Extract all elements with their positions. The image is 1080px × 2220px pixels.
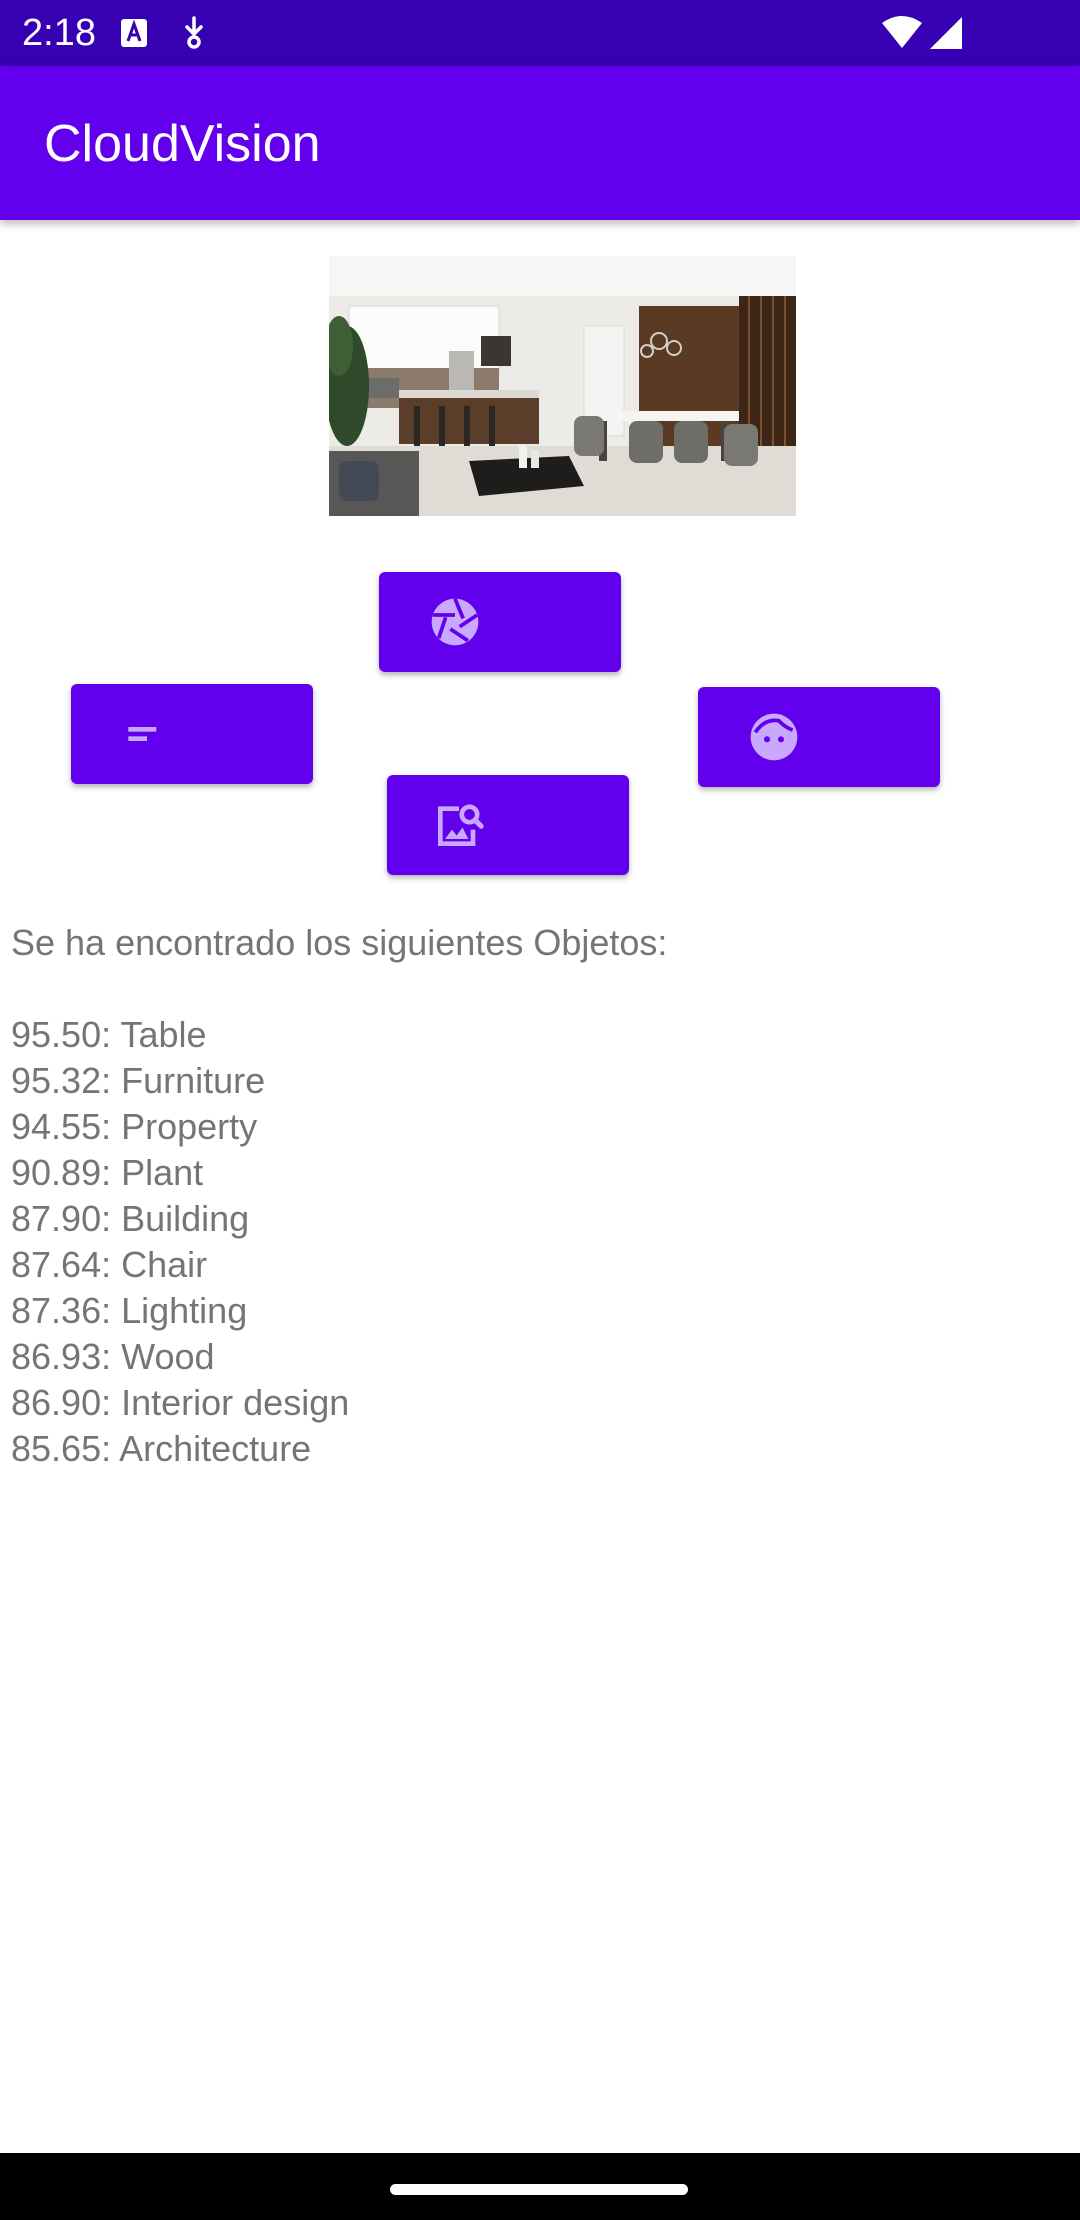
result-separator: : — [101, 1014, 121, 1055]
result-separator: : — [101, 1152, 122, 1193]
result-separator: : — [101, 1244, 122, 1285]
result-score: 85.65 — [11, 1428, 102, 1469]
camera-button[interactable] — [379, 572, 621, 672]
results-list: 95.50: Table 95.32: Furniture 94.55: Prope… — [11, 1012, 1071, 1472]
result-score: 87.36 — [11, 1290, 102, 1331]
result-score: 86.90 — [11, 1382, 102, 1423]
result-label: Furniture — [121, 1060, 266, 1101]
result-label: Plant — [121, 1152, 204, 1193]
app-title: CloudVision — [44, 115, 321, 173]
result-item: 86.90: Interior design — [11, 1380, 1071, 1426]
short-text-icon — [128, 727, 157, 741]
text-button[interactable] — [71, 684, 313, 784]
wifi-icon — [882, 16, 922, 48]
results-panel: Se ha encontrado los siguientes Objetos:… — [11, 920, 1071, 1472]
result-separator: : — [101, 1060, 122, 1101]
navigation-bar — [0, 2153, 1080, 2220]
result-separator: : — [101, 1382, 122, 1423]
result-separator: : — [101, 1106, 122, 1147]
app-bar: CloudVision — [0, 66, 1080, 220]
result-item: 95.32: Furniture — [11, 1058, 1071, 1104]
result-item: 87.90: Building — [11, 1196, 1071, 1242]
result-score: 94.55 — [11, 1106, 102, 1147]
status-time: 2:18 — [22, 12, 96, 54]
result-separator: : — [101, 1336, 122, 1377]
result-label: Lighting — [121, 1290, 248, 1331]
result-score: 95.50 — [11, 1014, 102, 1055]
result-item: 94.55: Property — [11, 1104, 1071, 1150]
face-button[interactable] — [698, 687, 940, 787]
result-score: 90.89 — [11, 1152, 102, 1193]
cell-signal-icon — [930, 17, 962, 49]
result-label: Building — [121, 1198, 250, 1239]
result-label: Table — [120, 1014, 207, 1055]
camera-shutter-icon — [431, 597, 479, 646]
home-gesture-handle[interactable] — [390, 2184, 688, 2195]
download-notification-icon — [185, 16, 203, 49]
result-item: 90.89: Plant — [11, 1150, 1071, 1196]
result-label: Interior design — [121, 1382, 350, 1423]
preview-image — [329, 256, 796, 516]
result-score: 87.90 — [11, 1198, 102, 1239]
result-item: 95.50: Table — [11, 1012, 1071, 1058]
results-spacer — [11, 966, 1071, 1012]
results-header: Se ha encontrado los siguientes Objetos: — [11, 922, 668, 963]
face-icon — [750, 713, 798, 761]
result-item: 85.65: Architecture — [11, 1426, 1071, 1472]
result-label: Chair — [121, 1244, 208, 1285]
status-bar: 2:18 — [0, 0, 1080, 66]
image-search-button[interactable] — [387, 775, 629, 875]
result-score: 86.93 — [11, 1336, 102, 1377]
result-score: 95.32 — [11, 1060, 102, 1101]
result-label: Architecture — [119, 1428, 312, 1469]
result-separator: : — [101, 1428, 120, 1469]
image-search-icon — [438, 804, 484, 846]
result-separator: : — [101, 1198, 122, 1239]
result-label: Property — [121, 1106, 258, 1147]
result-separator: : — [101, 1290, 122, 1331]
result-score: 87.64 — [11, 1244, 102, 1285]
result-item: 87.36: Lighting — [11, 1288, 1071, 1334]
keyboard-notification-icon — [121, 19, 147, 47]
result-item: 86.93: Wood — [11, 1334, 1071, 1380]
result-item: 87.64: Chair — [11, 1242, 1071, 1288]
result-label: Wood — [121, 1336, 215, 1377]
